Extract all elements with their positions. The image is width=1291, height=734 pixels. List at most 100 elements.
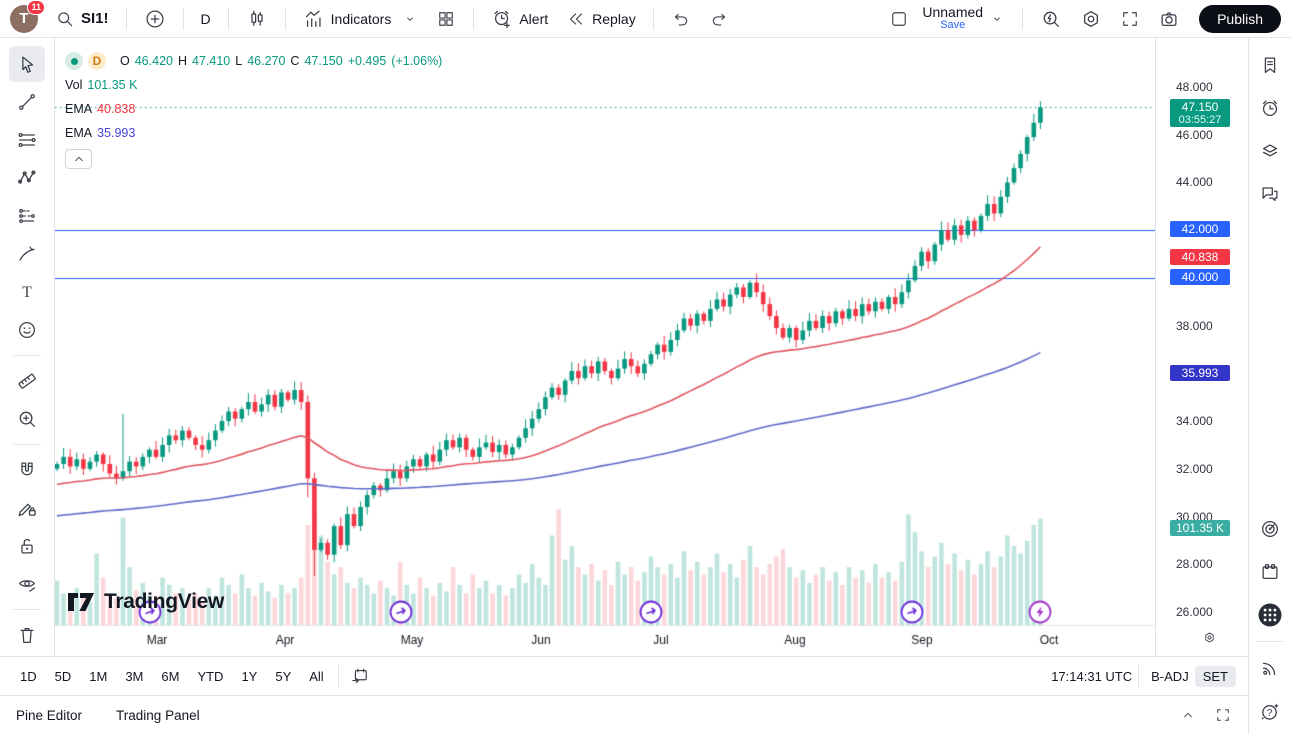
range-1m[interactable]: 1M (81, 665, 115, 688)
range-1y[interactable]: 1Y (233, 665, 265, 688)
select-layout-button[interactable] (882, 5, 916, 33)
divider (13, 444, 41, 445)
user-avatar[interactable]: T 11 (10, 5, 38, 33)
tool-stay-in-drawing-mode[interactable] (9, 490, 45, 526)
volume-label: Vol (65, 78, 82, 92)
ema2-legend-row[interactable]: EMA 35.993 (65, 121, 442, 145)
panel-object-tree[interactable] (1253, 134, 1287, 168)
right-sidebar: ? (1248, 38, 1291, 734)
axis-settings-icon[interactable] (1202, 630, 1217, 645)
expand-panel-icon[interactable] (1180, 707, 1196, 723)
maximize-panel-icon[interactable] (1214, 706, 1232, 724)
price-tick: 34.000 (1176, 414, 1213, 428)
tool-brush[interactable] (9, 236, 45, 272)
pine-editor-button[interactable]: Pine Editor (16, 708, 82, 723)
symbol-search-button[interactable]: SI1! (48, 5, 116, 33)
tradingview-logo-text: TradingView (104, 590, 224, 614)
interval-button[interactable]: D (194, 7, 218, 31)
trading-panel-button[interactable]: Trading Panel (116, 708, 200, 723)
tool-hide-all-drawings[interactable] (9, 566, 45, 602)
tool-remove-all[interactable] (9, 617, 45, 653)
tool-lock-all-drawings[interactable] (9, 528, 45, 564)
tool-zoom-in[interactable] (9, 401, 45, 437)
range-5y[interactable]: 5Y (267, 665, 299, 688)
search-icon (55, 9, 75, 29)
range-buttons: 1D5D1M3M6MYTD1Y5YAll (12, 665, 332, 688)
calendar-icon (1259, 561, 1281, 583)
svg-text:?: ? (1267, 708, 1273, 719)
ema1-legend-row[interactable]: EMA 40.838 (65, 97, 442, 121)
range-all[interactable]: All (301, 665, 331, 688)
save-link[interactable]: Save (940, 19, 965, 32)
price-tick: 28.000 (1176, 557, 1213, 571)
range-1d[interactable]: 1D (12, 665, 45, 688)
tradingview-watermark: TradingView (67, 590, 224, 614)
compare-add-button[interactable] (137, 4, 173, 34)
panel-watchlist[interactable] (1253, 48, 1287, 82)
quick-search-button[interactable] (1033, 4, 1069, 34)
panel-calendar[interactable] (1253, 555, 1287, 589)
chart-settings-button[interactable] (1073, 4, 1109, 34)
panel-alerts[interactable] (1253, 91, 1287, 125)
timezone-clock[interactable]: 17:14:31 UTC (1051, 669, 1132, 684)
tool-emoji[interactable] (9, 312, 45, 348)
tool-pattern[interactable] (9, 160, 45, 196)
chart-style-button[interactable] (239, 4, 275, 34)
undo-button[interactable] (664, 5, 698, 33)
tool-cursor[interactable] (9, 46, 45, 82)
divider (13, 609, 41, 610)
tool-trend-line[interactable] (9, 84, 45, 120)
range-5d[interactable]: 5D (47, 665, 80, 688)
tradingview-logo-icon (67, 590, 97, 614)
panel-screener[interactable] (1253, 512, 1287, 546)
price-axis[interactable]: 48.00046.00044.00038.00034.00032.00030.0… (1155, 38, 1248, 656)
publish-button[interactable]: Publish (1199, 5, 1281, 33)
range-6m[interactable]: 6M (153, 665, 187, 688)
panel-streams[interactable] (1253, 651, 1287, 685)
adjust-data-button[interactable]: B-ADJ (1145, 666, 1195, 687)
go-to-date-button[interactable] (345, 663, 375, 689)
chevron-down-icon (402, 11, 418, 27)
tool-measure[interactable] (9, 363, 45, 399)
tool-text[interactable]: T (9, 274, 45, 310)
grid-layout-button[interactable] (429, 5, 463, 33)
symbol-legend-row[interactable]: D O46.420 H47.410 L46.270 C47.150 +0.495… (65, 49, 442, 73)
replay-button[interactable]: Replay (559, 5, 643, 33)
price-tick: 26.000 (1176, 605, 1213, 619)
forecast-icon (16, 205, 38, 227)
open-label: O (120, 54, 130, 68)
replay-label: Replay (592, 11, 636, 27)
legend-collapse-button[interactable] (65, 149, 92, 169)
redo-button[interactable] (702, 5, 736, 33)
drawing-toolbar: T (0, 38, 55, 656)
panel-apps[interactable] (1253, 598, 1287, 632)
layout-name-button[interactable]: Unnamed Save (920, 4, 985, 34)
quick-search-icon (1040, 8, 1062, 30)
tool-magnet[interactable] (9, 452, 45, 488)
chat-icon (1259, 183, 1281, 205)
tool-forecast[interactable] (9, 198, 45, 234)
panel-chat[interactable] (1253, 177, 1287, 211)
range-ytd[interactable]: YTD (189, 665, 231, 688)
alert-button[interactable]: Alert (484, 4, 555, 34)
avatar-letter: T (19, 10, 28, 27)
divider (1138, 665, 1139, 687)
price-tick: 48.000 (1176, 80, 1213, 94)
chart-pane[interactable]: D O46.420 H47.410 L46.270 C47.150 +0.495… (55, 38, 1155, 656)
volume-legend-row[interactable]: Vol 101.35 K (65, 73, 442, 97)
market-status-icon (65, 52, 83, 70)
layout-menu-button[interactable] (989, 7, 1012, 31)
ema2-label: EMA (65, 126, 92, 140)
settlement-button[interactable]: SET (1195, 666, 1236, 687)
radar-icon (1259, 518, 1281, 540)
high-label: H (178, 54, 187, 68)
range-3m[interactable]: 3M (117, 665, 151, 688)
snapshot-button[interactable] (1151, 4, 1187, 34)
indicators-button[interactable]: Indicators (296, 4, 399, 34)
change-value: +0.495 (348, 54, 387, 68)
tool-fib-retracement[interactable] (9, 122, 45, 158)
fullscreen-button[interactable] (1113, 5, 1147, 33)
price-badge: 42.000 (1170, 221, 1230, 237)
panel-help[interactable]: ? (1253, 694, 1287, 728)
indicator-templates-button[interactable] (402, 7, 425, 31)
